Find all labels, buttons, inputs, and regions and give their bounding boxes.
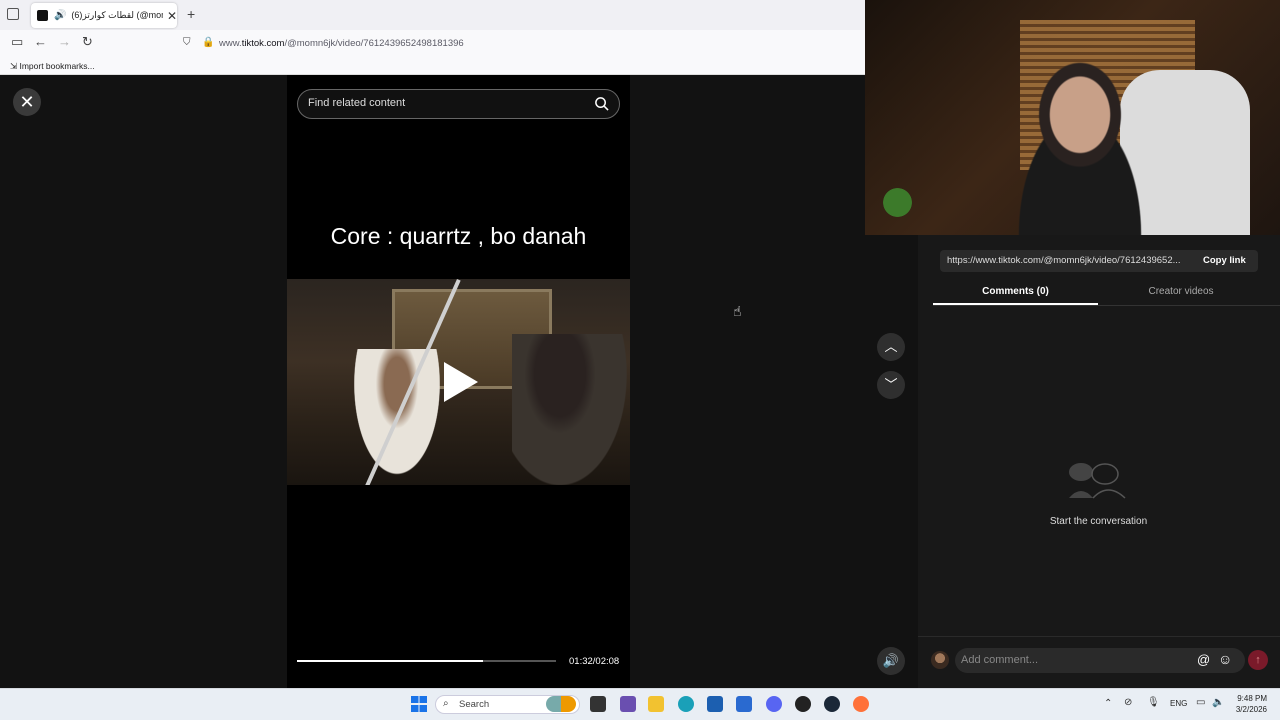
progress-fill — [297, 660, 484, 662]
volume-icon[interactable]: 🔊 — [877, 647, 905, 675]
empty-comments-text: Start the conversation — [1049, 516, 1148, 527]
edge-icon[interactable] — [678, 696, 694, 712]
video-person-right — [512, 334, 630, 485]
play-icon[interactable] — [444, 362, 478, 402]
widgets-icon[interactable] — [546, 696, 576, 712]
lock-icon[interactable]: 🔒 — [202, 37, 214, 48]
copy-link-button[interactable]: Copy link — [1203, 255, 1246, 266]
taskbar-search-label: Search — [459, 699, 490, 710]
tab-creator-videos[interactable]: Creator videos — [1098, 286, 1264, 297]
tab-close-icon[interactable]: ✕ — [167, 9, 177, 23]
mail-icon[interactable] — [736, 696, 752, 712]
tab-list-icon[interactable] — [7, 8, 19, 20]
avatar[interactable] — [931, 651, 949, 669]
emoji-icon[interactable]: ☺ — [1218, 651, 1232, 667]
store-icon[interactable] — [707, 696, 723, 712]
mention-icon[interactable]: @ — [1197, 652, 1210, 667]
hand-cursor-icon: ☝ — [733, 303, 742, 319]
task-view-icon[interactable] — [590, 696, 606, 712]
windows-start-icon[interactable] — [411, 696, 427, 712]
language-indicator[interactable]: ENG — [1170, 699, 1187, 708]
back-button[interactable]: ← — [34, 34, 47, 49]
video-time: 01:32/02:08 — [569, 656, 620, 667]
app-icon[interactable] — [795, 696, 811, 712]
reload-button[interactable]: ↻ — [82, 34, 93, 50]
video-caption: Core : quarrtz , bo danah — [330, 223, 587, 249]
display-icon[interactable]: ▭ — [1196, 697, 1205, 708]
firefox-icon[interactable] — [853, 696, 869, 712]
webcam-person — [985, 50, 1175, 235]
taskbar — [0, 688, 1280, 720]
network-icon[interactable]: ⊘ — [1124, 697, 1132, 708]
url-text[interactable]: www.tiktok.com/@momn6jk/video/7612439652… — [219, 38, 464, 49]
browser-tab[interactable]: 🔊 (6)لقطات كوارتز (@momn6jk ✕ — [31, 3, 177, 28]
file-explorer-icon[interactable] — [648, 696, 664, 712]
discord-icon[interactable] — [766, 696, 782, 712]
tray-chevron-icon[interactable]: ⌃ — [1104, 698, 1112, 709]
comment-placeholder: Add comment... — [961, 654, 1039, 666]
photos-icon[interactable] — [620, 696, 636, 712]
search-placeholder: Find related content — [308, 97, 406, 109]
tab-divider — [933, 305, 1280, 306]
microphone-icon[interactable]: 🎙 — [1147, 697, 1160, 708]
webcam-plant — [875, 175, 920, 230]
video-link[interactable]: https://www.tiktok.com/@momn6jk/video/76… — [947, 255, 1192, 266]
previous-video-button[interactable]: ︿ — [877, 333, 905, 361]
new-tab-button[interactable]: + — [187, 6, 195, 22]
speaker-icon[interactable]: 🔊 — [54, 10, 66, 21]
taskbar-search-icon: ⌕ — [443, 698, 449, 709]
search-icon[interactable] — [594, 96, 609, 111]
close-button[interactable]: ✕ — [13, 88, 41, 116]
chat-bubbles-icon — [1069, 463, 1126, 499]
clock[interactable]: 9:48 PM 3/2/2026 — [1225, 693, 1267, 715]
webcam-overlay — [865, 0, 1280, 235]
forward-button[interactable]: → — [58, 34, 71, 49]
send-button[interactable]: ↑ — [1248, 650, 1268, 670]
shield-icon[interactable]: ⛉ — [183, 37, 191, 48]
sidebar-toggle-icon[interactable]: ▭ — [11, 34, 23, 50]
next-video-button[interactable]: ﹀ — [877, 371, 905, 399]
steam-icon[interactable] — [824, 696, 840, 712]
tab-title: (6)لقطات كوارتز (@momn6jk — [71, 10, 163, 20]
bookmarks-bar — [0, 56, 865, 75]
tab-comments[interactable]: Comments (0) — [933, 286, 1098, 297]
import-bookmarks-link[interactable]: ⇲ Import bookmarks... — [10, 61, 95, 72]
speaker-tray-icon[interactable]: 🔈 — [1212, 697, 1224, 708]
tiktok-favicon-icon — [37, 10, 48, 21]
